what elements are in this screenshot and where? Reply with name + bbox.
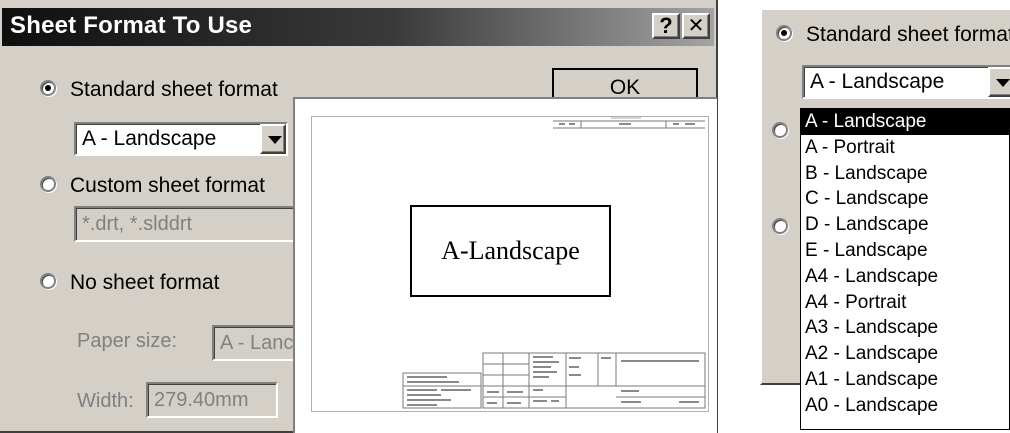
custom-format-value: *.drt, *.slddrt <box>82 213 193 235</box>
combo-value: A - Landscape <box>810 70 945 93</box>
option-a1-landscape[interactable]: A1 - Landscape <box>801 367 1009 393</box>
callout-text: A-Landscape <box>441 236 580 265</box>
sheet-format-options-list[interactable]: A - Landscape A - Portrait B - Landscape C … <box>800 108 1010 430</box>
radio-custom-sheet-format[interactable]: Custom sheet format <box>40 174 265 198</box>
chevron-down-icon <box>268 136 282 144</box>
dialog-title: Sheet Format To Use <box>10 12 253 39</box>
ok-label: OK <box>609 76 641 99</box>
title-block-text <box>407 356 699 406</box>
radio-icon[interactable] <box>776 25 792 42</box>
option-c-landscape[interactable]: C - Landscape <box>801 186 1009 212</box>
radio-standard-sheet-format-expanded[interactable]: Standard sheet format <box>776 23 1010 47</box>
close-button[interactable]: ✕ <box>682 13 710 39</box>
standard-format-select-open[interactable]: A - Landscape <box>802 65 1010 99</box>
radio-icon[interactable] <box>40 176 56 193</box>
custom-format-field[interactable]: *.drt, *.slddrt <box>74 206 304 242</box>
option-a0-landscape[interactable]: A0 - Landscape <box>801 393 1009 419</box>
option-a-portrait[interactable]: A - Portrait <box>801 135 1009 161</box>
title-bar[interactable]: Sheet Format To Use ? ✕ <box>2 8 714 46</box>
radio-icon[interactable] <box>772 218 788 234</box>
radio-no-sheet-format[interactable]: No sheet format <box>40 271 219 295</box>
width-label: Width: <box>77 390 134 412</box>
radio-icon[interactable] <box>40 80 56 97</box>
option-e-landscape[interactable]: E - Landscape <box>801 238 1009 264</box>
option-a4-landscape[interactable]: A4 - Landscape <box>801 264 1009 290</box>
radio-none-label: No sheet format <box>70 271 220 294</box>
paper-size-value: A - Lanc <box>220 332 294 354</box>
chevron-down-icon <box>996 79 1010 87</box>
radio-standard-label: Standard sheet format <box>70 78 278 101</box>
option-a4-portrait[interactable]: A4 - Portrait <box>801 290 1009 316</box>
close-icon: ✕ <box>687 15 705 37</box>
sheet-format-callout: A-Landscape <box>410 205 611 297</box>
width-field[interactable]: 279.40mm <box>146 382 278 418</box>
help-button[interactable]: ? <box>652 13 680 39</box>
radio-icon[interactable] <box>40 273 56 290</box>
width-value: 279.40mm <box>154 389 249 411</box>
radio-standard-label-expanded: Standard sheet format <box>806 23 1010 46</box>
option-b-landscape[interactable]: B - Landscape <box>801 161 1009 187</box>
options-list-items: A - Landscape A - Portrait B - Landscape C … <box>801 109 1009 419</box>
option-a2-landscape[interactable]: A2 - Landscape <box>801 341 1009 367</box>
option-a3-landscape[interactable]: A3 - Landscape <box>801 315 1009 341</box>
standard-format-value: A - Landscape <box>82 127 217 150</box>
radio-standard-sheet-format[interactable]: Standard sheet format <box>40 78 278 102</box>
option-d-landscape[interactable]: D - Landscape <box>801 212 1009 238</box>
format-dropdown-button[interactable] <box>988 67 1010 97</box>
paper-size-label: Paper size: <box>77 330 178 352</box>
radio-icon[interactable] <box>772 122 788 138</box>
revision-block-text <box>559 123 695 125</box>
help-icon: ? <box>659 13 673 38</box>
option-a-landscape[interactable]: A - Landscape <box>801 109 1009 135</box>
standard-format-select[interactable]: A - Landscape <box>74 122 288 156</box>
radio-custom-label: Custom sheet format <box>70 174 265 197</box>
standard-format-dropdown-button[interactable] <box>260 124 286 154</box>
